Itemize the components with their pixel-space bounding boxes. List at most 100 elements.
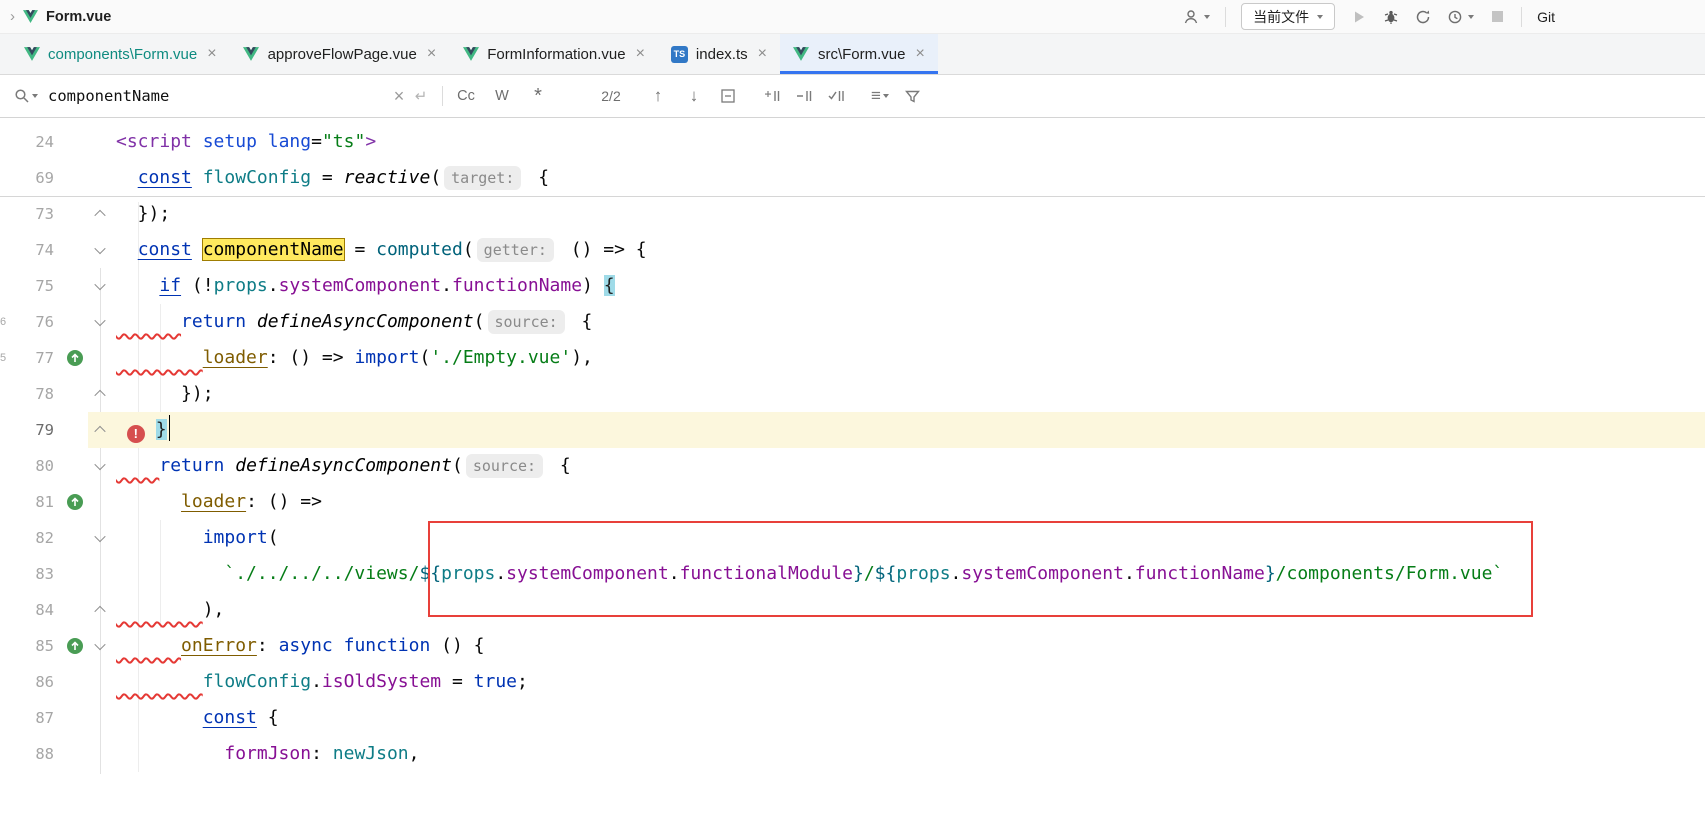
brace-match-highlight: { bbox=[604, 275, 615, 296]
search-input[interactable]: componentName bbox=[48, 87, 388, 105]
next-match-button[interactable]: ↓ bbox=[681, 86, 707, 106]
code-line[interactable]: if (!props.systemComponent.functionName)… bbox=[112, 268, 1705, 304]
gutter-edge-mark bbox=[0, 520, 14, 556]
code-editor[interactable]: 24<script setup lang="ts">69 const flowC… bbox=[0, 118, 1705, 820]
error-icon[interactable]: ! bbox=[127, 425, 145, 443]
tab-approveflowpage-vue[interactable]: approveFlowPage.vue× bbox=[230, 34, 450, 74]
gutter-icon-cell bbox=[62, 124, 88, 160]
code-token: } bbox=[853, 563, 864, 584]
git-widget[interactable]: Git bbox=[1537, 9, 1555, 25]
code-token: systemComponent bbox=[506, 563, 669, 584]
code-line[interactable]: return defineAsyncComponent(source: { bbox=[112, 448, 1705, 484]
run-configuration-button[interactable]: 当前文件 bbox=[1241, 3, 1335, 30]
fold-down-icon[interactable] bbox=[94, 639, 105, 650]
code-line[interactable]: flowConfig.isOldSystem = true; bbox=[112, 664, 1705, 700]
editor-line: 78 }); bbox=[0, 376, 1705, 412]
text-caret bbox=[169, 415, 171, 441]
code-token: : () => bbox=[246, 491, 322, 512]
add-occurrence-button[interactable] bbox=[761, 84, 783, 108]
gutter-icon-cell bbox=[62, 628, 88, 664]
fold-cell bbox=[88, 556, 112, 592]
fold-up-icon[interactable] bbox=[94, 390, 105, 401]
close-tab-icon[interactable]: × bbox=[636, 45, 645, 63]
code-line[interactable]: const flowConfig = reactive(target: { bbox=[112, 160, 1705, 196]
find-in-selection-toggle[interactable] bbox=[717, 84, 739, 108]
fold-cell bbox=[88, 736, 112, 772]
gutter-icon-cell bbox=[62, 520, 88, 556]
user-account-button[interactable] bbox=[1182, 8, 1210, 25]
close-tab-icon[interactable]: × bbox=[915, 45, 924, 63]
code-token bbox=[116, 671, 203, 692]
code-token: : bbox=[311, 743, 333, 764]
fold-up-icon[interactable] bbox=[94, 426, 105, 437]
gutter-edge-mark: 5 bbox=[0, 340, 14, 376]
code-line[interactable]: import( bbox=[112, 520, 1705, 556]
code-line[interactable]: }); bbox=[112, 196, 1705, 232]
filter-button[interactable] bbox=[901, 84, 923, 108]
code-line[interactable]: }); bbox=[112, 376, 1705, 412]
code-line[interactable]: const componentName = computed(getter: (… bbox=[112, 232, 1705, 268]
code-token: loader bbox=[203, 347, 268, 368]
clear-search-icon[interactable]: × bbox=[388, 84, 410, 108]
stop-button[interactable] bbox=[1489, 8, 1506, 25]
code-token bbox=[192, 239, 203, 260]
line-number: 24 bbox=[14, 124, 62, 160]
tab-index-ts[interactable]: TSindex.ts× bbox=[658, 34, 780, 74]
tab-src-form-vue[interactable]: src\Form.vue× bbox=[780, 34, 938, 74]
select-all-occurrences-button[interactable] bbox=[825, 84, 847, 108]
close-tab-icon[interactable]: × bbox=[427, 45, 436, 63]
code-token bbox=[192, 167, 203, 188]
run-history-button[interactable] bbox=[1446, 8, 1474, 25]
search-icon[interactable] bbox=[14, 84, 38, 108]
fold-down-icon[interactable] bbox=[94, 459, 105, 470]
code-line[interactable]: loader: () => bbox=[112, 484, 1705, 520]
code-line[interactable]: return defineAsyncComponent(source: { bbox=[112, 304, 1705, 340]
editor-line: 85 onError: async function () { bbox=[0, 628, 1705, 664]
close-tab-icon[interactable]: × bbox=[758, 45, 767, 63]
code-line[interactable]: ! } bbox=[112, 412, 1705, 448]
vue-icon bbox=[243, 46, 260, 63]
gutter-edge-mark bbox=[0, 376, 14, 412]
code-line[interactable]: `./../../../views/${props.systemComponen… bbox=[112, 556, 1705, 592]
regex-toggle[interactable]: * bbox=[525, 85, 551, 108]
fold-up-icon[interactable] bbox=[94, 210, 105, 221]
run-button[interactable] bbox=[1350, 8, 1367, 25]
close-tab-icon[interactable]: × bbox=[207, 45, 216, 63]
profiler-button[interactable] bbox=[1414, 8, 1431, 25]
code-token: : bbox=[257, 635, 279, 656]
fold-up-icon[interactable] bbox=[94, 606, 105, 617]
fold-cell bbox=[88, 160, 112, 196]
search-options-button[interactable]: ≡ bbox=[869, 84, 891, 108]
match-case-toggle[interactable]: Cc bbox=[453, 88, 479, 104]
gutter-arrow-up-icon[interactable] bbox=[67, 350, 83, 366]
tab-strip: components\Form.vue×approveFlowPage.vue×… bbox=[0, 34, 1705, 75]
line-number: 85 bbox=[14, 628, 62, 664]
code-line[interactable]: <script setup lang="ts"> bbox=[112, 124, 1705, 160]
code-token bbox=[116, 239, 138, 260]
gutter-arrow-up-icon[interactable] bbox=[67, 638, 83, 654]
fold-down-icon[interactable] bbox=[94, 315, 105, 326]
previous-match-button[interactable]: ↑ bbox=[645, 86, 671, 106]
whole-words-toggle[interactable]: W bbox=[489, 88, 515, 104]
code-token: onError bbox=[181, 635, 257, 656]
fold-down-icon[interactable] bbox=[94, 243, 105, 254]
code-line[interactable]: onError: async function () { bbox=[112, 628, 1705, 664]
editor-line: 74 const componentName = computed(getter… bbox=[0, 232, 1705, 268]
tab-components-form-vue[interactable]: components\Form.vue× bbox=[10, 34, 230, 74]
remove-occurrence-button[interactable] bbox=[793, 84, 815, 108]
code-line[interactable]: const { bbox=[112, 700, 1705, 736]
code-token: ( bbox=[430, 167, 441, 188]
gutter-arrow-up-icon[interactable] bbox=[67, 494, 83, 510]
code-token: . bbox=[495, 563, 506, 584]
code-line[interactable]: ), bbox=[112, 592, 1705, 628]
gutter-icon-cell bbox=[62, 664, 88, 700]
code-token: newJson bbox=[333, 743, 409, 764]
fold-down-icon[interactable] bbox=[94, 279, 105, 290]
newline-icon[interactable]: ↵ bbox=[410, 84, 432, 108]
debug-button[interactable] bbox=[1382, 8, 1399, 25]
code-line[interactable]: formJson: newJson, bbox=[112, 736, 1705, 772]
tab-forminformation-vue[interactable]: FormInformation.vue× bbox=[449, 34, 658, 74]
gutter-icon-cell bbox=[62, 160, 88, 196]
code-line[interactable]: loader: () => import('./Empty.vue'), bbox=[112, 340, 1705, 376]
fold-down-icon[interactable] bbox=[94, 531, 105, 542]
